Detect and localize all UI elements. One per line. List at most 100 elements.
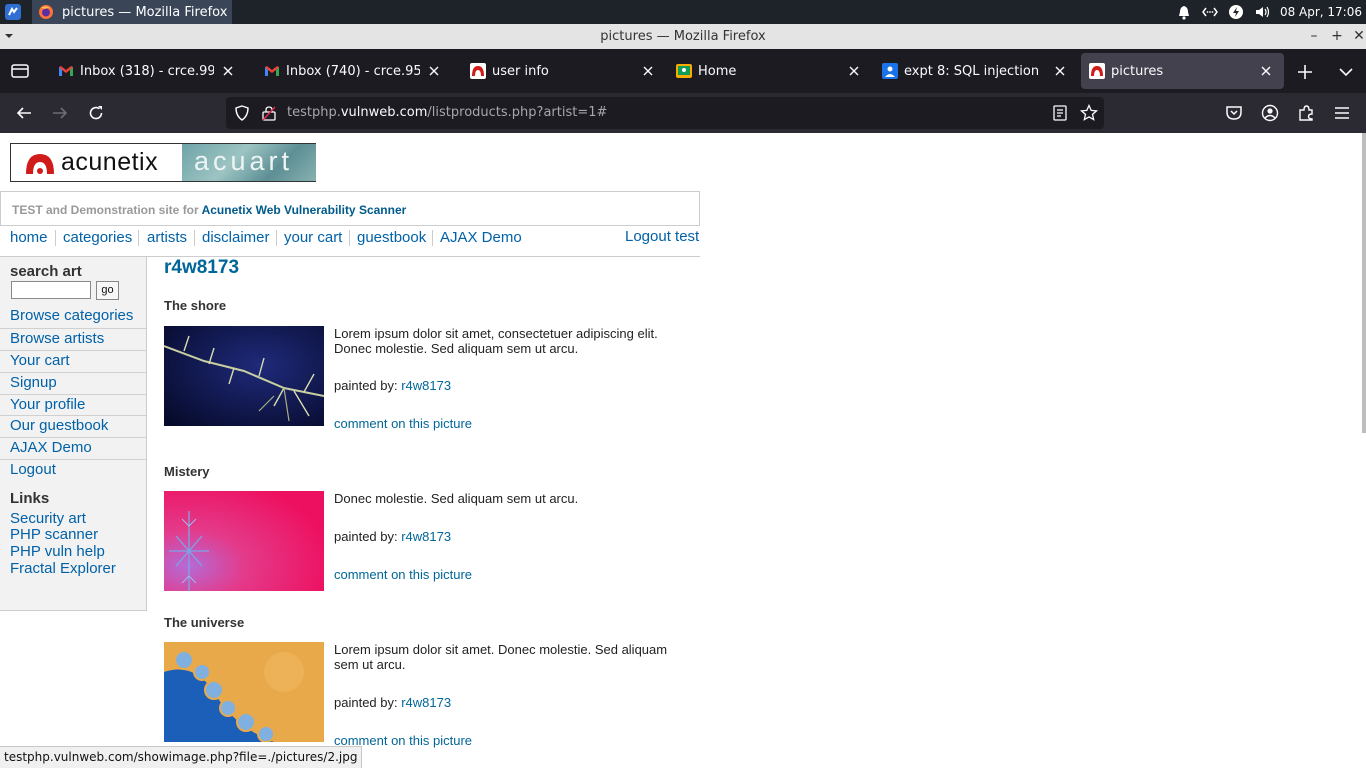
link-status-bar: testphp.vulnweb.com/showimage.php?file=.… — [0, 746, 363, 768]
minimize-button[interactable]: – — [1303, 24, 1325, 49]
picture-description: Donec molestie. Sed aliquam sem ut arcu. — [334, 491, 579, 506]
window-menu-icon[interactable] — [4, 31, 14, 41]
link-php-vuln-help[interactable]: PHP vuln help — [10, 543, 105, 560]
close-window-button[interactable]: ✕ — [1348, 24, 1366, 49]
picture-thumbnail[interactable] — [164, 642, 324, 742]
tab-label: Inbox (318) - crce.9995.ce@ — [80, 63, 214, 79]
tab-strip: Inbox (318) - crce.9995.ce@ Inbox (740) … — [0, 49, 1366, 93]
network-icon[interactable] — [1202, 4, 1218, 20]
bookmark-star-icon[interactable] — [1080, 104, 1098, 122]
sidebar: search art go Browse categories Browse a… — [0, 257, 147, 611]
extensions-icon[interactable] — [1297, 104, 1315, 122]
nav-separator — [432, 230, 433, 246]
tab-label: user info — [492, 63, 549, 79]
sidebar-item-your-profile[interactable]: Your profile — [0, 394, 146, 416]
site-logo[interactable]: acunetix acuart — [10, 143, 316, 182]
top-navigation: home categories artists disclaimer your … — [0, 226, 700, 257]
picture-thumbnail[interactable] — [164, 491, 324, 591]
tab-label: pictures — [1111, 63, 1164, 79]
painted-by: painted by: r4w8173 — [334, 695, 452, 710]
gmail-icon — [265, 66, 279, 76]
close-icon[interactable] — [1052, 63, 1068, 79]
firefox-view-icon[interactable] — [10, 62, 30, 80]
painted-by: painted by: r4w8173 — [334, 378, 452, 393]
painter-link[interactable]: r4w8173 — [401, 695, 451, 710]
search-go-button[interactable]: go — [96, 281, 119, 300]
painted-by: painted by: r4w8173 — [334, 529, 452, 544]
url-bar[interactable]: testphp.vulnweb.com/listproducts.php?art… — [226, 97, 1104, 129]
painter-link[interactable]: r4w8173 — [401, 378, 451, 393]
nav-your-cart[interactable]: your cart — [284, 229, 342, 246]
link-php-scanner[interactable]: PHP scanner — [10, 526, 98, 543]
comment-link[interactable]: comment on this picture — [334, 567, 472, 582]
sidebar-item-ajax-demo[interactable]: AJAX Demo — [0, 437, 146, 459]
sidebar-item-logout[interactable]: Logout — [0, 459, 146, 481]
acunetix-icon — [1089, 63, 1105, 79]
reload-icon[interactable] — [87, 104, 105, 122]
tab-pictures[interactable]: pictures — [1081, 53, 1284, 89]
tab-gmail-318[interactable]: Inbox (318) - crce.9995.ce@ — [50, 53, 246, 89]
nav-separator — [276, 230, 277, 246]
url-text[interactable]: testphp.vulnweb.com/listproducts.php?art… — [287, 105, 607, 120]
lock-icon[interactable] — [262, 105, 276, 121]
link-security-art[interactable]: Security art — [10, 510, 86, 527]
acunetix-logo-icon — [26, 154, 54, 174]
nav-disclaimer[interactable]: disclaimer — [202, 229, 270, 246]
close-icon[interactable] — [846, 63, 862, 79]
tab-home[interactable]: Home — [668, 53, 872, 89]
picture-thumbnail[interactable] — [164, 326, 324, 426]
nav-ajax-demo[interactable]: AJAX Demo — [440, 229, 522, 246]
sidebar-item-browse-categories[interactable]: Browse categories — [0, 306, 146, 328]
tab-sql-injection[interactable]: expt 8: SQL injection — [874, 53, 1078, 89]
close-icon[interactable] — [426, 63, 442, 79]
page-scrollbar[interactable] — [1362, 133, 1366, 433]
acunetix-icon — [470, 63, 486, 79]
back-icon[interactable] — [15, 104, 33, 122]
picture-title: The universe — [164, 615, 245, 630]
pocket-icon[interactable] — [1225, 104, 1243, 122]
shield-icon[interactable] — [234, 105, 250, 121]
nav-categories[interactable]: categories — [63, 229, 132, 246]
clock[interactable]: 08 Apr, 17:06 — [1280, 5, 1362, 19]
power-icon[interactable] — [1228, 4, 1244, 20]
nav-guestbook[interactable]: guestbook — [357, 229, 426, 246]
nav-artists[interactable]: artists — [147, 229, 187, 246]
picture-description: Lorem ipsum dolor sit amet. Donec molest… — [334, 642, 668, 672]
painter-link[interactable]: r4w8173 — [401, 529, 451, 544]
link-fractal-explorer[interactable]: Fractal Explorer — [10, 560, 116, 577]
account-icon[interactable] — [1261, 104, 1279, 122]
tab-label: expt 8: SQL injection — [904, 63, 1040, 79]
sidebar-item-our-guestbook[interactable]: Our guestbook — [0, 415, 146, 437]
nav-separator — [349, 230, 350, 246]
sidebar-item-signup[interactable]: Signup — [0, 372, 146, 394]
logout-link[interactable]: Logout test — [625, 228, 699, 245]
system-tray: 08 Apr, 17:06 — [1176, 0, 1366, 24]
maximize-button[interactable]: + — [1326, 24, 1348, 49]
picture-description: Lorem ipsum dolor sit amet, consectetuer… — [334, 326, 658, 356]
taskbar-firefox-task[interactable]: pictures — Mozilla Firefox — [32, 0, 232, 24]
chevron-down-icon[interactable] — [1338, 65, 1354, 79]
tab-user-info[interactable]: user info — [462, 53, 666, 89]
menu-icon[interactable] — [4, 3, 22, 21]
close-icon[interactable] — [1258, 63, 1274, 79]
logo-text-acunetix: acunetix — [61, 148, 159, 176]
close-icon[interactable] — [640, 63, 656, 79]
hamburger-menu-icon[interactable] — [1333, 104, 1351, 122]
firefox-icon — [39, 5, 53, 19]
tab-gmail-740[interactable]: Inbox (740) - crce.9572.ce@ — [256, 53, 452, 89]
reader-view-icon[interactable] — [1052, 105, 1068, 121]
forward-icon[interactable] — [51, 104, 69, 122]
new-tab-icon[interactable] — [1296, 63, 1314, 81]
search-heading: search art — [10, 263, 82, 280]
artist-name-heading: r4w8173 — [164, 257, 240, 278]
bell-icon[interactable] — [1176, 4, 1192, 20]
search-input[interactable] — [11, 281, 91, 299]
tagline-link[interactable]: Acunetix Web Vulnerability Scanner — [202, 203, 407, 217]
sidebar-item-browse-artists[interactable]: Browse artists — [0, 328, 146, 350]
volume-icon[interactable] — [1254, 4, 1270, 20]
navigation-toolbar: testphp.vulnweb.com/listproducts.php?art… — [0, 93, 1366, 133]
close-icon[interactable] — [220, 63, 236, 79]
nav-home[interactable]: home — [10, 229, 48, 246]
comment-link[interactable]: comment on this picture — [334, 416, 472, 431]
sidebar-item-your-cart[interactable]: Your cart — [0, 350, 146, 372]
